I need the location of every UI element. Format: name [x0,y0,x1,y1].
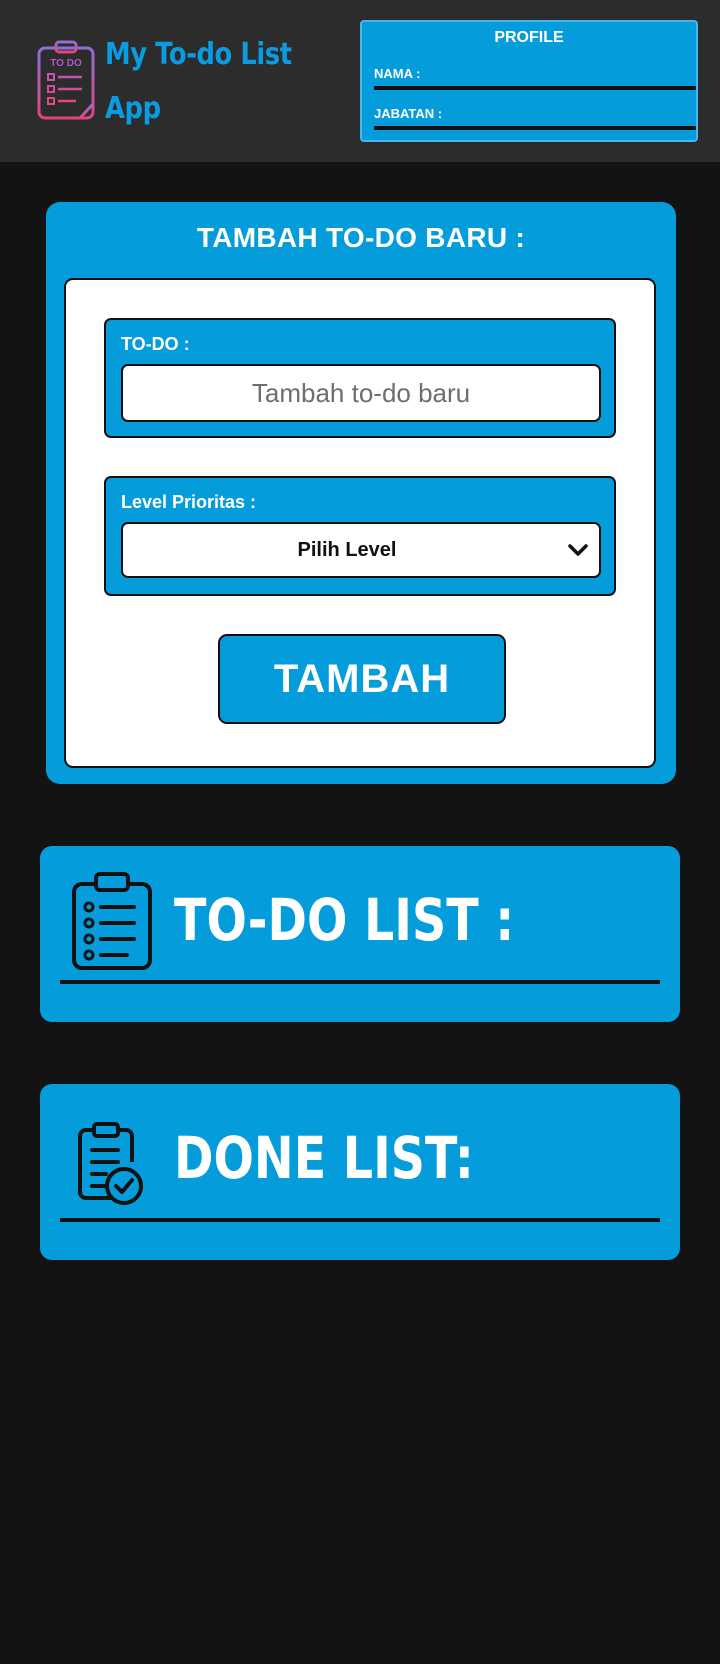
app-header: TO DO My To-do List App PROFILE NAMA : J… [0,0,720,162]
todo-list-card: TO-DO LIST : [40,846,680,1022]
profile-jabatan-label: JABATAN : [374,106,443,121]
add-todo-form: TO-DO : Level Prioritas : Pilih Level TA… [64,278,656,768]
level-select[interactable]: Pilih Level [121,522,601,578]
chevron-down-icon [568,544,588,556]
profile-nama-divider [374,86,696,90]
profile-title: PROFILE [494,29,564,46]
done-list-card: DONE LIST: [40,1084,680,1260]
profile-panel: PROFILE NAMA : JABATAN : [360,20,698,142]
todo-input[interactable] [121,364,601,422]
todo-list-divider [60,980,660,984]
todo-field-group: TO-DO : [104,318,616,438]
level-select-value: Pilih Level [297,539,397,561]
level-field-group: Level Prioritas : Pilih Level [104,476,616,596]
logo-text: TO DO [50,58,82,69]
todo-label: TO-DO : [121,334,190,354]
level-label: Level Prioritas : [121,492,257,512]
todo-list-title: TO-DO LIST : [174,886,515,954]
done-list-title: DONE LIST: [174,1124,474,1192]
todo-clipboard-icon: TO DO [37,40,95,120]
clipboard-check-icon [78,1122,143,1205]
app-title: My To-do List App [105,37,292,126]
profile-nama-label: NAMA : [374,66,421,81]
add-todo-card: TAMBAH TO-DO BARU : TO-DO : Level Priori… [46,202,676,784]
clipboard-list-icon [72,872,152,970]
add-todo-title: TAMBAH TO-DO BARU : [196,222,526,253]
profile-jabatan-divider [374,126,696,130]
tambah-button[interactable]: TAMBAH [218,634,506,724]
done-list-divider [60,1218,660,1222]
